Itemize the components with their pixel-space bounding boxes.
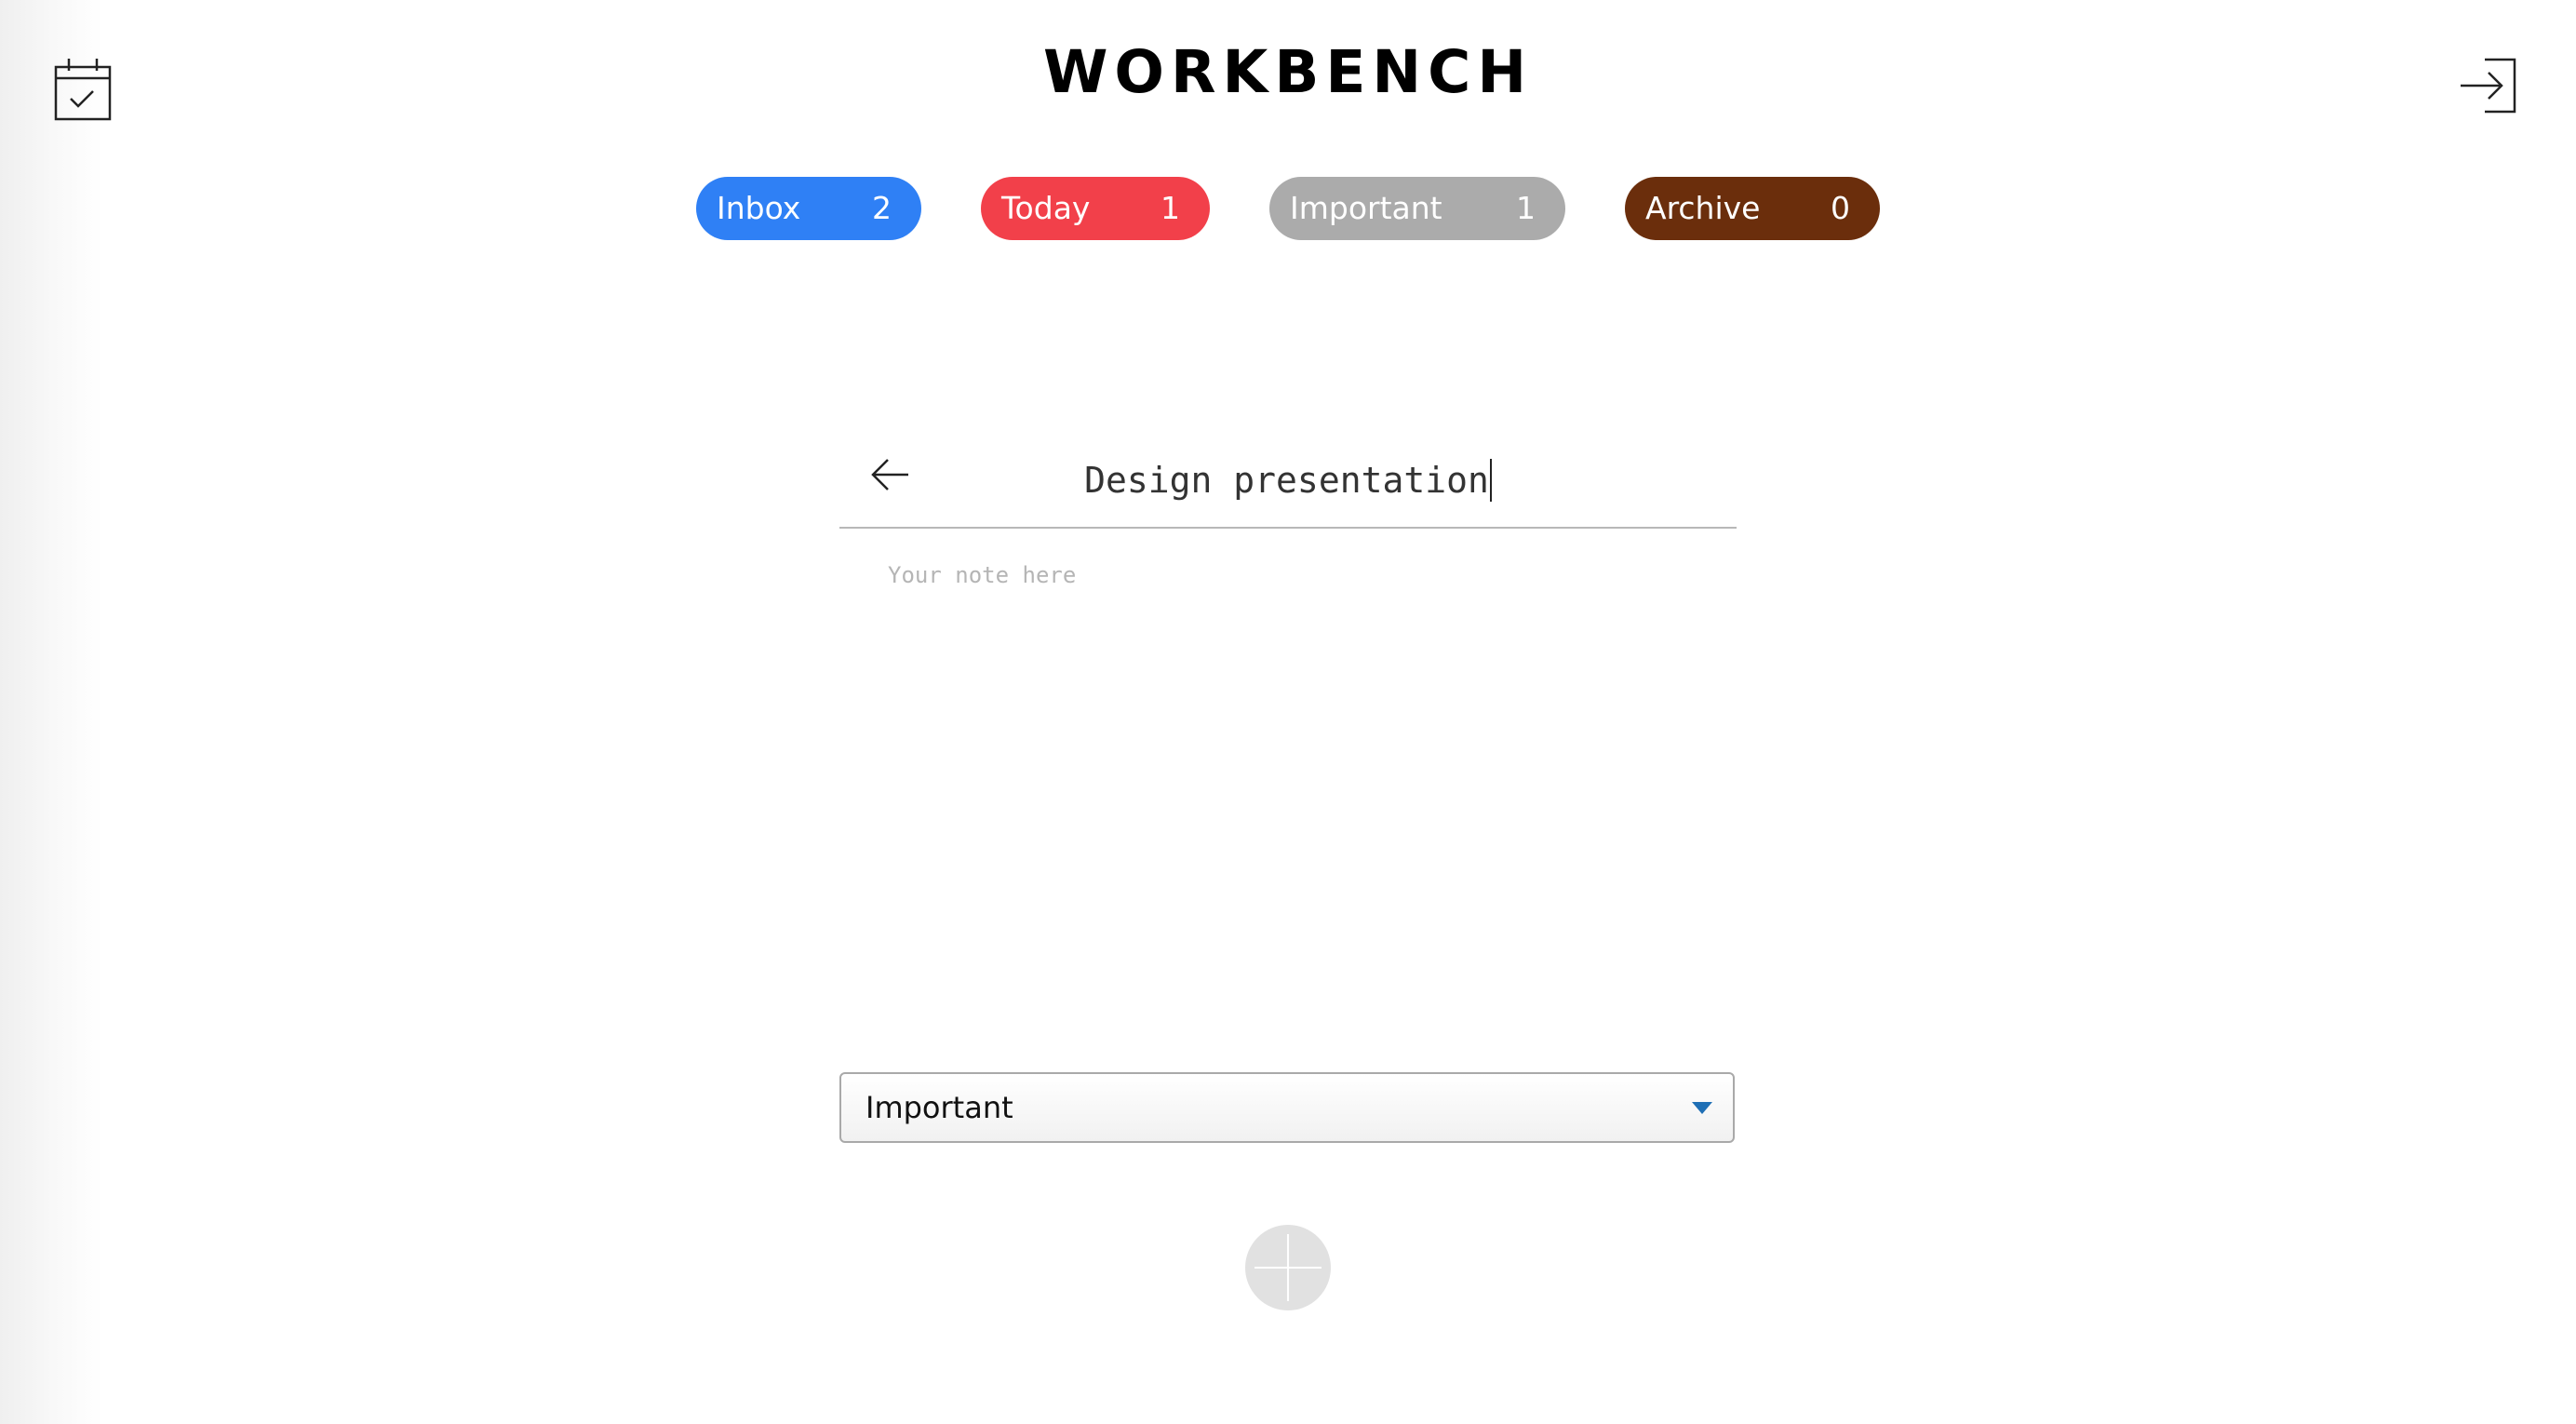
filter-today[interactable]: Today 1 — [981, 177, 1210, 240]
category-select-value: Important — [865, 1090, 1013, 1125]
add-note-button[interactable] — [1245, 1225, 1331, 1310]
sign-in-icon — [2461, 58, 2516, 114]
note-title-input[interactable]: Design presentation — [839, 447, 1737, 514]
title-divider — [839, 527, 1737, 529]
chevron-down-icon — [1692, 1102, 1712, 1114]
filter-label: Important — [1290, 190, 1442, 226]
filter-inbox[interactable]: Inbox 2 — [696, 177, 921, 240]
left-edge-shade — [0, 0, 102, 1424]
sign-in-button[interactable] — [2457, 54, 2520, 117]
plus-icon — [1254, 1234, 1322, 1301]
filter-count: 2 — [872, 190, 892, 226]
filter-label: Inbox — [717, 190, 801, 226]
app-title: WORKBENCH — [1042, 38, 1534, 106]
text-caret — [1489, 458, 1492, 502]
category-select[interactable]: Important — [839, 1072, 1735, 1143]
filter-count: 1 — [1161, 190, 1180, 226]
filter-label: Archive — [1645, 190, 1761, 226]
filter-archive[interactable]: Archive 0 — [1625, 177, 1880, 240]
filter-count: 0 — [1831, 190, 1850, 226]
note-body-input[interactable] — [888, 562, 1707, 1009]
note-title-value: Design presentation — [1084, 460, 1489, 501]
filter-label: Today — [1001, 190, 1091, 226]
filter-count: 1 — [1516, 190, 1536, 226]
filter-important[interactable]: Important 1 — [1269, 177, 1565, 240]
